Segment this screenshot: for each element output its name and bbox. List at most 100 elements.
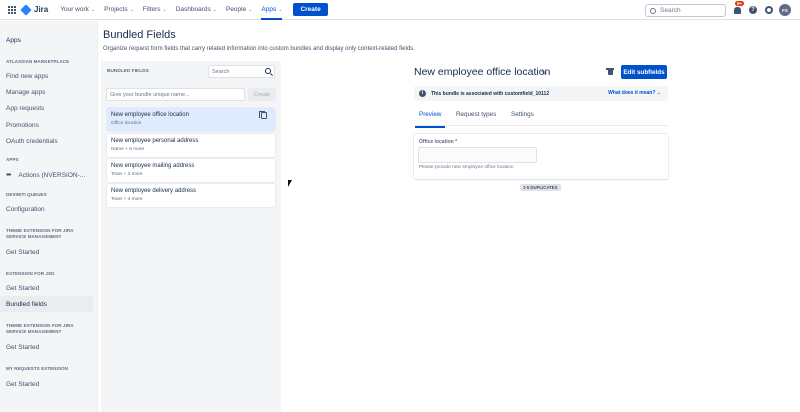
create-bundle-button[interactable]: Create [248,88,276,101]
notifications-icon [733,6,741,14]
sidebar-section-heading: DEVINITI QUEUES [6,192,47,197]
top-navigation: Jira Your work ⌄ Projects ⌄ Filters ⌄ Dashb… [0,0,800,20]
sidebar-section-heading: ATLASSIAN MARKETPLACE [6,59,70,64]
tab-request-types[interactable]: Request types [456,111,496,126]
bundle-title: New employee delivery address [111,188,197,194]
tab-preview[interactable]: Preview [414,111,446,128]
jira-logo-icon [20,3,32,16]
mouse-cursor [288,180,292,187]
sidebar-item-find-new-apps[interactable]: Find new apps [0,68,93,84]
notifications-button[interactable]: 9+ [731,1,745,16]
bundle-card[interactable]: New employee delivery address Town + 4 m… [107,184,275,207]
bundle-list-panel: BUNDLED FIELDS Search Give your bundle u… [101,61,281,412]
app-switcher-icon[interactable] [8,5,16,14]
what-does-it-mean-link[interactable]: What does it mean? ⌄ [608,90,661,96]
tab-settings[interactable]: Settings [511,111,534,126]
bundle-list-label: BUNDLED FIELDS [107,69,149,74]
nav-projects[interactable]: Projects ⌄ [104,0,134,20]
sidebar-item-actions[interactable]: ••• Actions (NVERSION-... [0,167,93,183]
page-description: Organize request form fields that carry … [103,46,415,52]
sidebar-item-get-started[interactable]: Get Started [0,376,93,392]
sidebar-item-manage-apps[interactable]: Manage apps [0,84,93,100]
nav-apps[interactable]: Apps ⌄ [261,0,283,20]
sidebar-section-heading: MY REQUESTS EXTENSION [6,366,69,371]
sidebar-item-label: Actions (NVERSION-... [18,171,86,179]
nav-label: Projects [104,6,128,13]
sidebar-item-oauth-credentials[interactable]: OAuth credentials [0,133,93,149]
bundle-name-input[interactable]: Give your bundle unique name... [106,88,245,101]
notification-badge: 9+ [735,1,745,6]
search-placeholder: Search [212,68,230,75]
chevron-down-icon: ⌄ [129,6,134,13]
chevron-down-icon: ⌄ [212,6,217,13]
bundle-title: New employee mailing address [111,163,195,169]
sidebar-item-configuration[interactable]: Configuration [0,201,93,217]
bundle-title: New employee personal address [111,138,199,144]
sidebar: Apps ATLASSIAN MARKETPLACE Find new apps… [0,21,98,412]
bundle-search-input[interactable]: Search [208,65,275,78]
link-label: What does it mean? [608,90,656,96]
preview-card: Office location * Please provide new emp… [414,134,668,179]
bundle-subtitle: Town + 4 more [111,197,143,202]
avatar[interactable]: FS [779,4,791,16]
bundle-subtitle: Office location [111,121,142,126]
sidebar-item-app-requests[interactable]: App requests [0,100,93,116]
chevron-down-icon: ⌄ [656,90,661,96]
copy-icon[interactable] [259,111,267,119]
create-button[interactable]: Create [293,3,328,16]
nav-label: Dashboards [175,6,211,13]
logo-text: Jira [34,5,49,14]
global-search-input[interactable]: Search [645,4,726,17]
search-placeholder: Search [660,7,681,14]
required-mark: * [455,139,458,145]
sidebar-item-promotions[interactable]: Promotions [0,117,93,133]
jira-logo[interactable]: Jira [20,3,49,16]
info-icon: i [419,90,426,97]
nav-dashboards[interactable]: Dashboards ⌄ [176,0,217,20]
chevron-down-icon: ⌄ [248,6,253,13]
sidebar-item-bundled-fields[interactable]: Bundled fields [0,296,93,312]
sidebar-item-get-started[interactable]: Get Started [0,339,93,355]
settings-button[interactable] [763,4,775,16]
sidebar-item-get-started[interactable]: Get Started [0,244,93,260]
field-label-text: Office location [419,139,454,145]
sidebar-title: Apps [6,37,21,44]
sidebar-section-heading: THEME EXTENSION FOR JIRA SERVICE MANAGEM… [6,323,74,334]
nav-people[interactable]: People ⌄ [226,0,252,20]
chevron-down-icon: ⌄ [90,6,96,13]
field-help-text: Please provide new employee office locat… [419,165,514,170]
input-placeholder: Give your bundle unique name... [110,91,190,98]
help-button[interactable]: ? [747,4,759,16]
nav-label: Apps [261,6,277,13]
settings-icon [765,6,773,14]
bundle-subtitle: Town + 3 more [111,172,143,177]
page-title: Bundled Fields [103,29,176,41]
bundle-card[interactable]: New employee personal address Name + 6 m… [107,134,275,157]
sidebar-section-heading: EXTENSION FOR JSD [6,271,55,276]
office-location-input[interactable] [418,147,537,163]
search-icon [265,68,271,74]
nav-menu: Your work ⌄ Projects ⌄ Filters ⌄ Dashboards… [60,0,328,20]
sidebar-item-get-started[interactable]: Get Started [0,280,93,296]
top-icons: 9+ ? FS [731,1,791,16]
nav-your-work[interactable]: Your work ⌄ [60,0,95,20]
nav-label: Filters [142,6,161,13]
bundle-card[interactable]: New employee mailing address Town + 3 mo… [107,159,275,182]
info-banner: i This bundle is associated with customf… [414,86,668,101]
nav-label: Your work [60,6,89,13]
banner-text: This bundle is associated with customfie… [431,90,550,97]
field-label: Office location * [419,139,457,145]
bundle-detail-title: New employee office location [414,66,551,78]
delete-trash-icon[interactable] [606,68,614,75]
edit-name-pencil-icon[interactable]: ✎ [541,69,547,77]
duplicates-badge: 1-5 DUPLICATES [520,184,561,191]
edit-subfields-button[interactable]: Edit subfields [621,65,667,79]
bundle-subtitle: Name + 6 more [111,147,145,152]
detail-tabs: Preview Request types Settings [414,108,668,128]
sidebar-section-heading: APPS [6,157,19,162]
nav-filters[interactable]: Filters ⌄ [143,0,167,20]
bundle-title: New employee office location [111,112,189,118]
chevron-down-icon: ⌄ [162,6,167,13]
search-icon [650,7,656,14]
bundle-card[interactable]: New employee office location Office loca… [107,108,275,131]
